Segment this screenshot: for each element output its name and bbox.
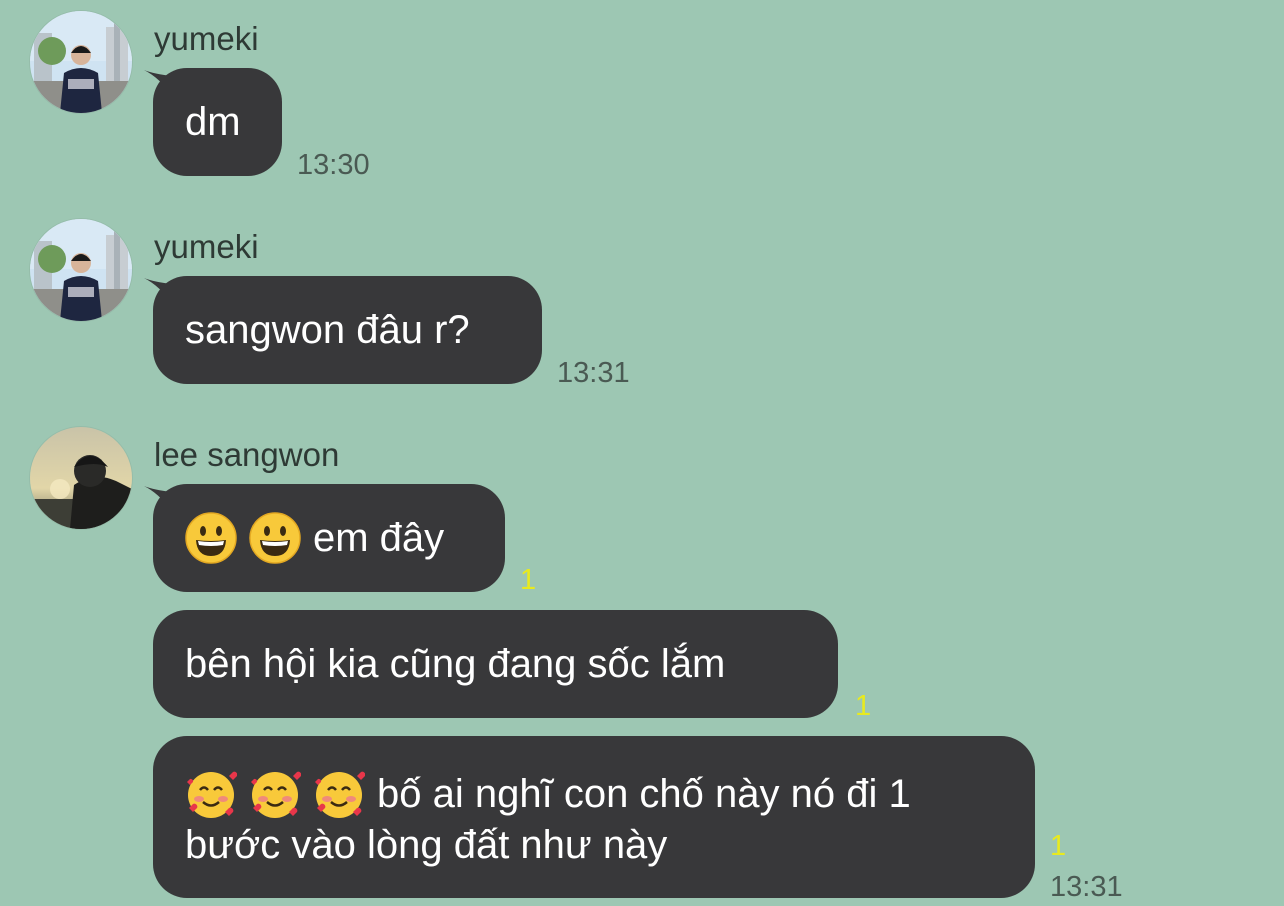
emoji-group: [185, 512, 313, 564]
message-text: em đây: [313, 516, 445, 560]
emoji-group: [185, 768, 377, 820]
grinning-face-icon: [249, 512, 301, 564]
avatar-yumeki[interactable]: [30, 219, 132, 321]
message-bubble[interactable]: bố ai nghĩ con chố này nó đi 1 bước vào …: [153, 736, 1035, 898]
unread-count: 1: [1050, 830, 1067, 862]
grinning-face-icon: [185, 512, 237, 564]
unread-count: 1: [520, 564, 537, 596]
message-time: 13:31: [1050, 871, 1123, 903]
message-line: bố ai nghĩ con chố này nó đi 1: [185, 768, 911, 820]
message-text: bố ai nghĩ con chố này nó đi 1: [377, 772, 911, 816]
sender-name: lee sangwon: [154, 436, 340, 473]
smiling-face-with-hearts-icon: [315, 771, 365, 818]
avatar-lee-sangwon[interactable]: [30, 427, 132, 529]
message-text-block: bố ai nghĩ con chố này nó đi 1 bước vào …: [185, 768, 911, 870]
message-time: 13:31: [557, 357, 630, 389]
unread-count: 1: [855, 690, 872, 722]
message-bubble[interactable]: em đây: [153, 484, 505, 592]
message-line: bước vào lòng đất như này: [185, 820, 911, 870]
sender-name: yumeki: [154, 228, 259, 265]
message-bubble[interactable]: sangwon đâu r?: [153, 276, 542, 384]
smiling-face-with-hearts-icon: [187, 771, 237, 818]
avatar-yumeki[interactable]: [30, 11, 132, 113]
message-text: dm: [185, 100, 241, 144]
message-text: bên hội kia cũng đang sốc lắm: [185, 642, 726, 686]
message-text: sangwon đâu r?: [185, 308, 470, 352]
message-bubble[interactable]: bên hội kia cũng đang sốc lắm: [153, 610, 838, 718]
sender-name: yumeki: [154, 20, 259, 57]
message-text: bước vào lòng đất như này: [185, 823, 668, 867]
message-bubble[interactable]: dm: [153, 68, 282, 176]
smiling-face-with-hearts-icon: [251, 771, 301, 818]
message-time: 13:30: [297, 149, 370, 181]
